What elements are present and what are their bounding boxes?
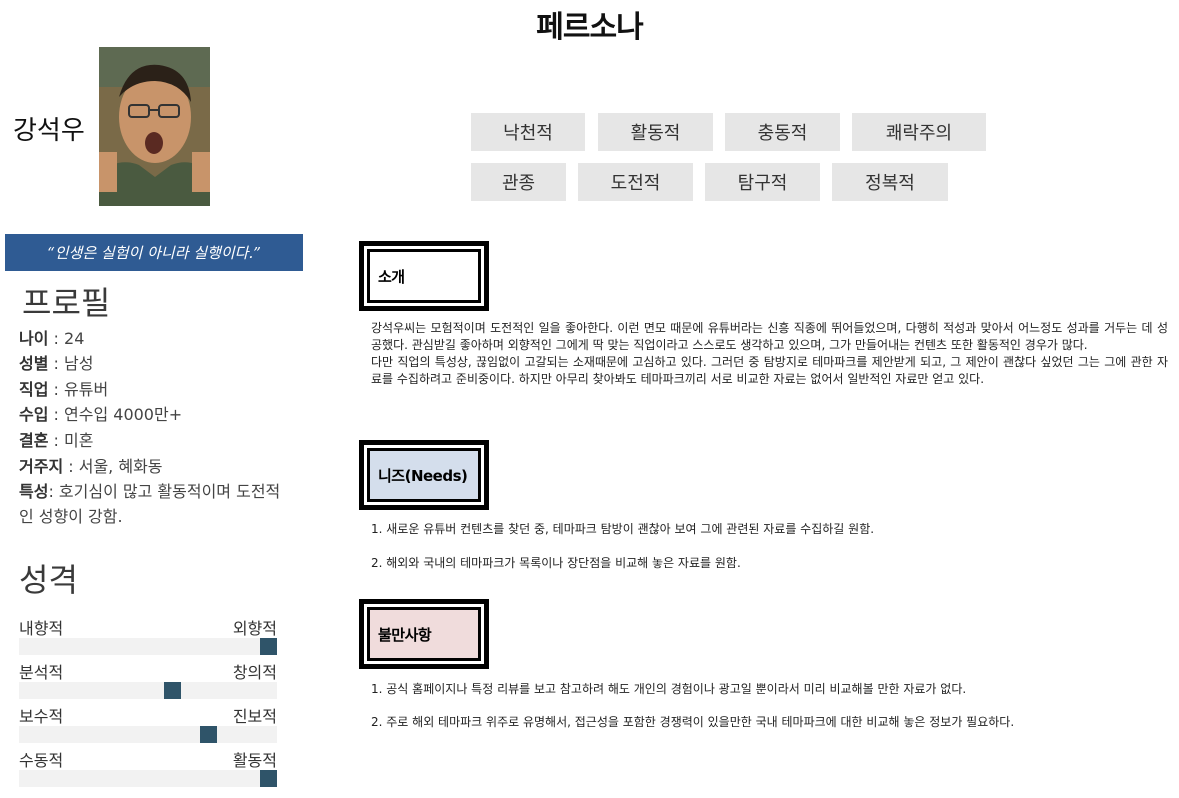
trait-tag: 도전적 — [578, 163, 693, 201]
scale-track — [19, 726, 277, 743]
scale-left-label: 보수적 — [19, 707, 64, 726]
scale-right-label: 활동적 — [232, 751, 277, 770]
scale-left-label: 수동적 — [19, 751, 64, 770]
scale-left-label: 내향적 — [19, 619, 64, 638]
profile-item: 나이 : 24 — [19, 326, 294, 351]
profile-item: 특성: 호기심이 많고 활동적이며 도전적인 성향이 강함. — [19, 479, 294, 529]
profile-item-value: : 연수입 4000만+ — [48, 405, 183, 424]
needs-title: 니즈(Needs) — [367, 448, 481, 502]
page-title: 페르소나 — [536, 10, 643, 45]
needs-item: 1. 새로운 유튜버 컨텐츠를 찾던 중, 테마파크 탐방이 괜찮아 보여 그에… — [371, 522, 875, 536]
needs-item: 2. 해외와 국내의 테마파크가 목록이나 장단점을 비교해 놓은 자료를 원함… — [371, 556, 741, 570]
scale-marker — [260, 770, 277, 787]
scale-marker — [164, 682, 181, 699]
complaints-item: 1. 공식 홈페이지나 특정 리뷰를 보고 참고하려 해도 개인의 경험이나 광… — [371, 682, 967, 696]
scale-track — [19, 770, 277, 787]
profile-item-label: 성별 — [19, 354, 49, 373]
needs-title-box: 니즈(Needs) — [359, 440, 489, 510]
person-name: 강석우 — [13, 116, 85, 146]
quote-banner: “인생은 실험이 아니라 실행이다.” — [5, 234, 303, 271]
scale-track — [19, 638, 277, 655]
profile-item-value: : 호기심이 많고 활동적이며 도전적인 성향이 강함. — [19, 482, 281, 526]
trait-tag: 정복적 — [832, 163, 948, 201]
profile-item-value: : 유튜버 — [48, 380, 109, 399]
trait-tag: 낙천적 — [471, 113, 585, 151]
profile-item: 직업 : 유튜버 — [19, 377, 294, 402]
profile-item-label: 거주지 — [19, 457, 64, 476]
complaints-item: 2. 주로 해외 테마파크 위주로 유명해서, 접근성을 포함한 경쟁력이 있을… — [371, 715, 1015, 729]
profile-item: 거주지 : 서울, 혜화동 — [19, 454, 294, 479]
profile-heading: 프로필 — [22, 284, 111, 322]
personality-scale: 내향적 외향적 — [19, 615, 277, 655]
complaints-title: 불만사항 — [367, 607, 481, 661]
trait-tag: 관종 — [471, 163, 566, 201]
profile-item-label: 특성 — [19, 482, 49, 501]
intro-paragraph: 강석우씨는 모험적이며 도전적인 일을 좋아한다. 이런 면모 때문에 유튜버라… — [371, 321, 1168, 352]
intro-title: 소개 — [367, 249, 481, 303]
scale-left-label: 분석적 — [19, 663, 64, 682]
profile-item-value: : 미혼 — [48, 431, 94, 450]
complaints-title-box: 불만사항 — [359, 599, 489, 669]
profile-item: 수입 : 연수입 4000만+ — [19, 402, 294, 427]
scale-right-label: 외향적 — [232, 619, 277, 638]
profile-item: 결혼 : 미혼 — [19, 428, 294, 453]
trait-tag: 활동적 — [598, 113, 713, 151]
profile-photo — [99, 47, 210, 206]
scale-marker — [260, 638, 277, 655]
profile-item-value: : 서울, 혜화동 — [63, 457, 163, 476]
scale-track — [19, 682, 277, 699]
trait-tag: 충동적 — [725, 113, 840, 151]
personality-scale: 수동적 활동적 — [19, 747, 277, 787]
profile-item-label: 나이 — [19, 329, 49, 348]
scale-right-label: 진보적 — [232, 707, 277, 726]
scale-marker — [200, 726, 217, 743]
profile-item-label: 직업 — [19, 380, 49, 399]
profile-item-value: : 24 — [48, 329, 85, 348]
profile-item: 성별 : 남성 — [19, 351, 294, 376]
profile-item-value: : 남성 — [48, 354, 94, 373]
trait-tag: 탐구적 — [705, 163, 820, 201]
trait-tag: 쾌락주의 — [852, 113, 986, 151]
personality-scale: 분석적 창의적 — [19, 659, 277, 699]
profile-item-label: 수입 — [19, 405, 49, 424]
intro-title-box: 소개 — [359, 241, 489, 311]
intro-body: 강석우씨는 모험적이며 도전적인 일을 좋아한다. 이런 면모 때문에 유튜버라… — [371, 320, 1168, 388]
intro-paragraph: 다만 직업의 특성상, 끊임없이 고갈되는 소재때문에 고심하고 있다. 그러던… — [371, 355, 1168, 386]
personality-heading: 성격 — [19, 561, 78, 599]
profile-item-label: 결혼 — [19, 431, 49, 450]
personality-scale: 보수적 진보적 — [19, 703, 277, 743]
scale-right-label: 창의적 — [232, 663, 277, 682]
